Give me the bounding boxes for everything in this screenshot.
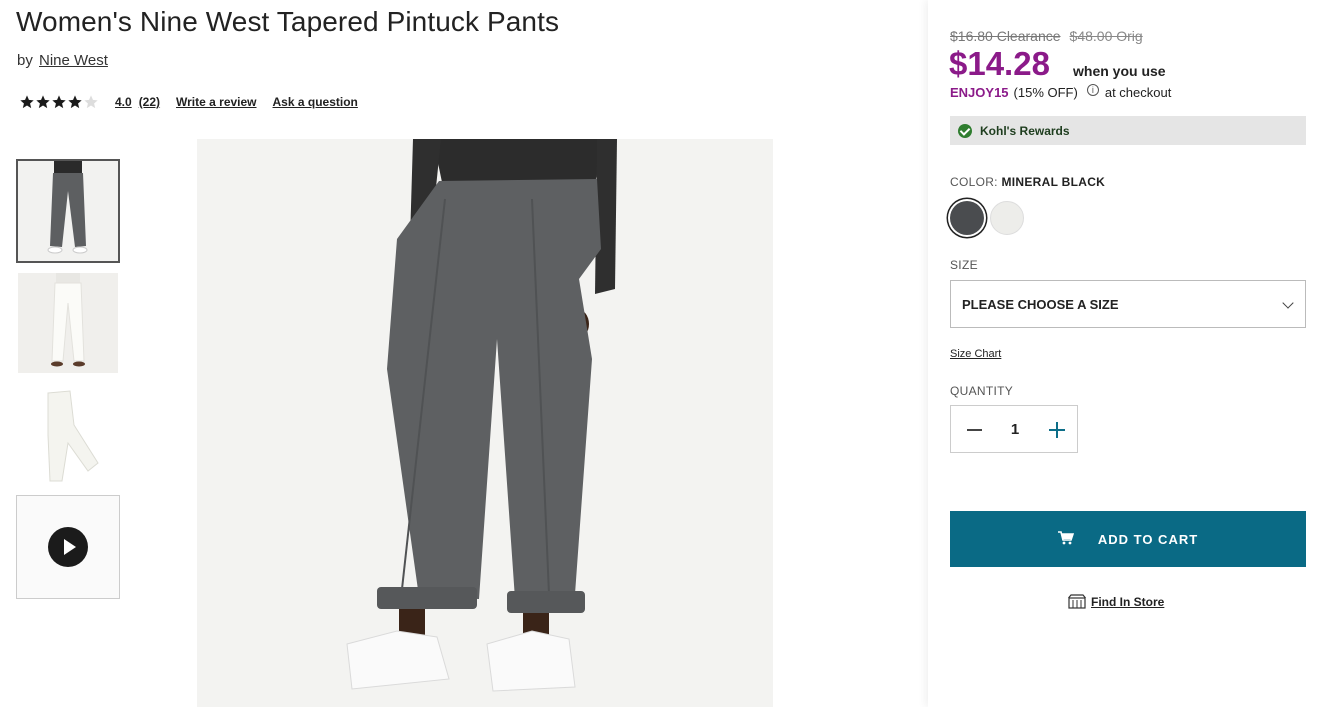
cart-icon	[1057, 531, 1074, 545]
brand-link[interactable]: Nine West	[39, 52, 108, 69]
info-icon[interactable]: i	[1086, 83, 1099, 96]
play-icon	[48, 527, 88, 567]
at-checkout-text: at checkout	[1104, 85, 1172, 100]
product-title: Women's Nine West Tapered Pintuck Pants	[16, 6, 560, 37]
promo-discount: (15% OFF)	[1013, 85, 1078, 100]
ask-question-link[interactable]: Ask a question	[273, 95, 358, 109]
swatch-white[interactable]	[990, 201, 1024, 235]
size-chart-link[interactable]: Size Chart	[950, 348, 1001, 360]
color-label-prefix: COLOR:	[950, 175, 998, 189]
rating-value-link[interactable]: 4.0	[115, 95, 132, 109]
promo-code: ENJOY15	[950, 85, 1009, 100]
rating-row: 4.0 (22) Write a review Ask a question	[19, 94, 374, 110]
color-label: COLOR: MINERAL BLACK	[950, 175, 1105, 189]
plus-icon[interactable]	[1049, 422, 1065, 438]
size-select[interactable]: PLEASE CHOOSE A SIZE	[950, 280, 1306, 328]
white-pants-thumb-image	[18, 273, 118, 373]
star-icon	[36, 95, 50, 109]
star-empty-icon	[84, 95, 98, 109]
clearance-price: $16.80 Clearance	[950, 28, 1061, 44]
rewards-label: Kohl's Rewards	[980, 123, 1070, 138]
original-price: $48.00 Orig	[1069, 28, 1143, 44]
gray-pants-model-image	[197, 139, 773, 707]
sale-price: $14.28	[949, 45, 1050, 82]
checkmark-icon	[958, 123, 972, 138]
minus-icon[interactable]	[967, 429, 982, 431]
find-in-store-label: Find In Store	[1091, 594, 1165, 609]
quantity-value[interactable]: 1	[1001, 421, 1029, 438]
swatch-mineral-black[interactable]	[950, 201, 984, 235]
size-label: SIZE	[950, 258, 978, 272]
gray-pants-thumb-image	[18, 161, 118, 261]
star-rating[interactable]	[19, 94, 99, 110]
chevron-down-icon	[1282, 297, 1294, 309]
add-to-cart-button[interactable]: ADD TO CART	[950, 511, 1306, 567]
price-history: $16.80 Clearance $48.00 Orig	[950, 28, 1143, 44]
selected-color-name: MINERAL BLACK	[1001, 175, 1106, 189]
flat-pants-thumb-image	[18, 385, 118, 485]
star-icon	[20, 95, 34, 109]
thumbnail-white-pants-front[interactable]	[16, 271, 120, 375]
purchase-panel: $16.80 Clearance $48.00 Orig $14.28 when …	[928, 0, 1319, 707]
byline: by Nine West	[17, 52, 108, 69]
thumbnail-white-pants-flat[interactable]	[16, 383, 120, 487]
thumbnail-gray-pants[interactable]	[16, 159, 120, 263]
main-product-image[interactable]	[197, 139, 773, 707]
review-count-link[interactable]: (22)	[139, 95, 160, 109]
find-in-store-link[interactable]: Find In Store	[1068, 594, 1164, 609]
size-select-value: PLEASE CHOOSE A SIZE	[962, 296, 1119, 312]
promo-line: ENJOY15 (15% OFF) i at checkout	[950, 83, 1172, 100]
add-to-cart-label: ADD TO CART	[1097, 531, 1199, 547]
quantity-stepper: 1	[950, 405, 1078, 453]
write-review-link[interactable]: Write a review	[176, 95, 256, 109]
quantity-label: QUANTITY	[950, 384, 1014, 398]
star-icon	[52, 95, 66, 109]
when-you-use-text: when you use	[1073, 63, 1166, 79]
rewards-banner: Kohl's Rewards	[950, 116, 1306, 145]
thumbnail-video[interactable]	[16, 495, 120, 599]
by-prefix: by	[17, 52, 33, 69]
store-icon	[1068, 594, 1086, 609]
star-icon	[68, 95, 82, 109]
